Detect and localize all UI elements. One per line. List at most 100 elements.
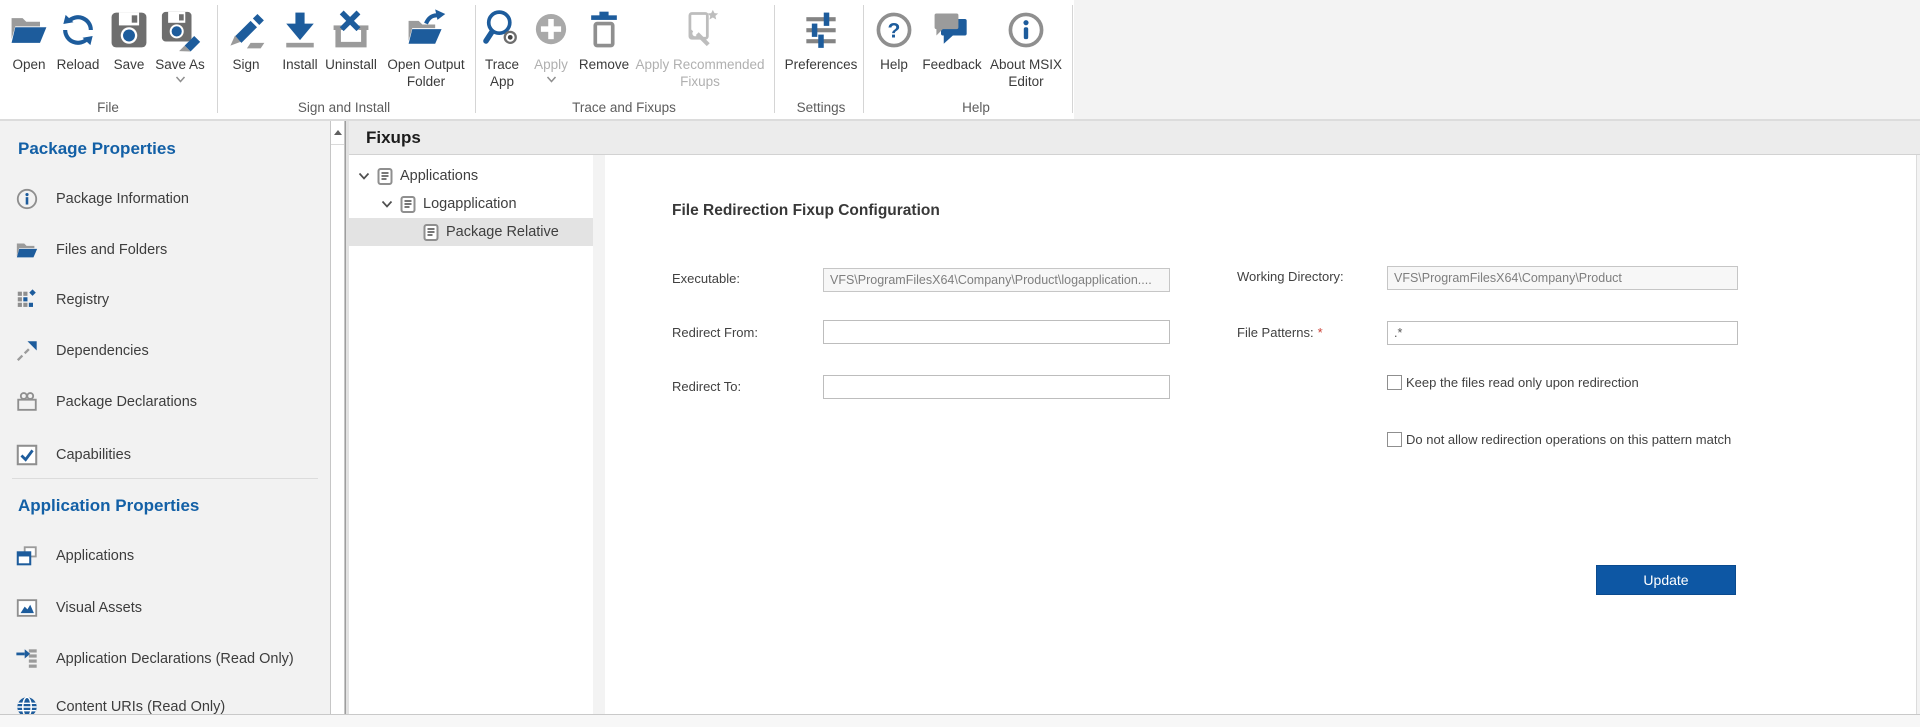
tree-item-label: Applications: [400, 168, 478, 184]
tree-item-logapplication[interactable]: Logapplication: [349, 190, 593, 218]
registry-grid-icon: [15, 288, 39, 312]
sidebar-item-label: Package Information: [56, 191, 189, 207]
ribbon-toolbar: OpenReloadSaveSave AsFileSignInstallUnin…: [0, 0, 1920, 121]
input-file-patterns[interactable]: .*: [1387, 321, 1738, 345]
ribbon-button-open-output-folder[interactable]: Open OutputFolder: [374, 8, 478, 90]
image-icon: [15, 596, 39, 620]
ribbon-button-label: TraceApp: [485, 56, 519, 90]
reload-icon: [56, 8, 100, 52]
ribbon-button-trace-app[interactable]: TraceApp: [474, 8, 530, 90]
ribbon-group-label-file: File: [97, 100, 119, 115]
preferences-icon: [799, 8, 843, 52]
input-executable: VFS\ProgramFilesX64\Company\Product\loga…: [823, 268, 1170, 292]
ribbon-button-about-msix-editor[interactable]: About MSIXEditor: [976, 8, 1076, 90]
checkbox-keep-the-files-read-only-upon-redirection[interactable]: [1387, 375, 1402, 390]
uninstall-icon: [329, 8, 373, 52]
ribbon-button-help[interactable]: ?Help: [869, 8, 919, 73]
ribbon-group-separator: [217, 5, 218, 113]
tree-item-label: Package Relative: [446, 224, 559, 240]
form-title: File Redirection Fixup Configuration: [672, 202, 940, 220]
chevron-down-icon[interactable]: [358, 172, 372, 180]
sidebar-item-package-information[interactable]: Package Information: [0, 184, 330, 214]
sidebar-item-application-declarations-read-only[interactable]: Application Declarations (Read Only): [0, 644, 330, 674]
sidebar-item-files-and-folders[interactable]: Files and Folders: [0, 235, 330, 265]
apply-recommended-fixups-icon: [678, 8, 722, 52]
required-asterisk: *: [1318, 325, 1323, 340]
field-label-file-patterns: File Patterns:*: [1237, 323, 1323, 343]
page-title: Fixups: [349, 128, 421, 148]
open-folder-icon: [7, 8, 51, 52]
ribbon-group-separator: [1072, 5, 1073, 113]
ribbon-button-label: Feedback: [922, 56, 981, 73]
sidebar-scrollbar[interactable]: [330, 121, 345, 714]
sign-icon: [224, 8, 268, 52]
sidebar-item-label: Capabilities: [56, 447, 131, 463]
ribbon-button-label: Open: [12, 56, 45, 73]
input-redirect-from[interactable]: [823, 320, 1170, 344]
ribbon-button-label: Open OutputFolder: [387, 56, 464, 90]
gift-box-icon: [15, 390, 39, 414]
trace-app-icon: [480, 8, 524, 52]
about-msix-editor-icon: [1004, 8, 1048, 52]
ribbon-button-label: Preferences: [785, 56, 858, 73]
sidebar-divider: [12, 478, 318, 479]
dependencies-arrow-icon: [15, 339, 39, 363]
ribbon-button-save-as[interactable]: Save As: [145, 8, 215, 83]
tree-item-label: Logapplication: [423, 196, 517, 212]
checkbox-do-not-allow-redirection-operations-on-this-pattern-match[interactable]: [1387, 432, 1402, 447]
ribbon-button-label: Apply: [534, 56, 568, 73]
field-label-working-directory: Working Directory:: [1237, 267, 1344, 287]
remove-icon: [582, 8, 626, 52]
sidebar: Package Properties Package Information Fil…: [0, 121, 330, 714]
ribbon-button-label: Save: [114, 56, 145, 73]
ribbon-group-label-trace-and-fixups: Trace and Fixups: [572, 100, 676, 115]
ribbon-group-label-sign-and-install: Sign and Install: [298, 100, 390, 115]
up-arrow-icon: [334, 130, 342, 135]
save-as-icon: [158, 8, 202, 52]
ribbon-button-apply-recommended-fixups[interactable]: Apply RecommendedFixups: [622, 8, 778, 90]
sidebar-item-visual-assets[interactable]: Visual Assets: [0, 593, 330, 623]
input-working-directory: VFS\ProgramFilesX64\Company\Product: [1387, 266, 1738, 290]
sidebar-item-registry[interactable]: Registry: [0, 285, 330, 315]
sidebar-item-applications[interactable]: Applications: [0, 541, 330, 571]
app-windows-icon: [15, 544, 39, 568]
scroll-up-button[interactable]: [331, 121, 344, 145]
fixups-header: Fixups: [349, 121, 1920, 155]
ribbon-button-preferences[interactable]: Preferences: [773, 8, 869, 73]
checkbox-label: Keep the files read only upon redirectio…: [1406, 373, 1639, 393]
sidebar-item-label: Dependencies: [56, 343, 149, 359]
sidebar-item-package-declarations[interactable]: Package Declarations: [0, 387, 330, 417]
ribbon-button-label: Sign: [232, 56, 259, 73]
sidebar-heading-application-properties: Application Properties: [18, 496, 199, 516]
ribbon-filler: [1074, 0, 1920, 119]
update-button[interactable]: Update: [1596, 565, 1736, 595]
document-icon: [400, 196, 416, 213]
help-icon: ?: [872, 8, 916, 52]
ribbon-button-reload[interactable]: Reload: [48, 8, 108, 73]
sidebar-item-capabilities[interactable]: Capabilities: [0, 440, 330, 470]
field-label-redirect-from: Redirect From:: [672, 323, 758, 343]
sidebar-item-label: Applications: [56, 548, 134, 564]
info-circle-icon: [15, 187, 39, 211]
fixup-configuration-panel: File Redirection Fixup Configuration Upd…: [605, 155, 1917, 714]
sidebar-item-label: Content URIs (Read Only): [56, 699, 225, 715]
ribbon-group-separator: [863, 5, 864, 113]
sidebar-heading-package-properties: Package Properties: [18, 139, 176, 159]
checkbox-label: Do not allow redirection operations on t…: [1406, 430, 1731, 450]
sidebar-item-label: Application Declarations (Read Only): [56, 651, 294, 667]
ribbon-button-sign[interactable]: Sign: [219, 8, 273, 73]
feedback-icon: [930, 8, 974, 52]
ribbon-button-label: Uninstall: [325, 56, 377, 73]
tree-item-applications[interactable]: Applications: [349, 162, 593, 190]
chevron-down-icon[interactable]: [381, 200, 395, 208]
tree-item-package-relative[interactable]: Package Relative: [349, 218, 593, 246]
sidebar-item-label: Visual Assets: [56, 600, 142, 616]
ribbon-group-label-help: Help: [962, 100, 990, 115]
sidebar-item-label: Package Declarations: [56, 394, 197, 410]
ribbon-button-label: Reload: [57, 56, 100, 73]
input-redirect-to[interactable]: [823, 375, 1170, 399]
svg-text:?: ?: [888, 19, 901, 42]
apply-icon: [529, 8, 573, 52]
sidebar-item-dependencies[interactable]: Dependencies: [0, 336, 330, 366]
document-icon: [423, 224, 439, 241]
